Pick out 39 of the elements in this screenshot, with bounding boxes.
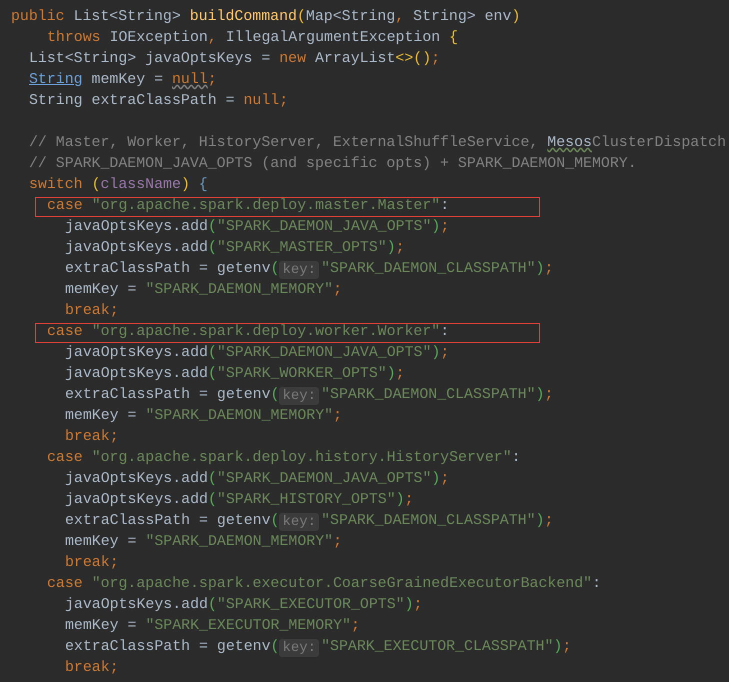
code-text: "SPARK_DAEMON_CLASSPATH"); [321, 386, 554, 405]
code-text: "SPARK_DAEMON_CLASSPATH"); [321, 260, 554, 279]
parameter-hint: key: [279, 260, 320, 278]
parameter-hint: key: [279, 386, 320, 404]
code-text: break; [65, 428, 119, 447]
code-text: // Master, Worker, HistoryServer, ExternalShuffleService, MesosClusterDispatch [29, 134, 726, 153]
code-text: javaOptsKeys.add("SPARK_HISTORY_OPTS"); [65, 491, 414, 510]
code-text: public List<String> buildCommand(Map<String, String> env) [11, 8, 520, 27]
code-text: javaOptsKeys.add("SPARK_DAEMON_JAVA_OPTS"); [65, 470, 450, 489]
code-text: case "org.apache.spark.deploy.master.Master": [47, 197, 450, 216]
code-text: switch (className) { [29, 176, 208, 195]
code-text: extraClassPath = getenv( [65, 260, 280, 279]
code-text: memKey = "SPARK_EXECUTOR_MEMORY"; [65, 617, 360, 636]
code-text: "SPARK_DAEMON_CLASSPATH"); [321, 512, 554, 531]
code-text: memKey = "SPARK_DAEMON_MEMORY"; [65, 407, 342, 426]
code-text: String memKey = null; [29, 71, 217, 90]
code-text: case "org.apache.spark.executor.CoarseGrainedExecutorBackend": [47, 575, 602, 594]
parameter-hint: key: [279, 512, 320, 530]
code-text: javaOptsKeys.add("SPARK_EXECUTOR_OPTS"); [65, 596, 422, 615]
code-text: "SPARK_EXECUTOR_CLASSPATH"); [321, 638, 572, 657]
code-text: List<String> javaOptsKeys = new ArrayList<>(); [29, 50, 440, 69]
code-text: memKey = "SPARK_DAEMON_MEMORY"; [65, 281, 342, 300]
code-text: break; [65, 554, 119, 573]
code-text: extraClassPath = getenv( [65, 386, 280, 405]
code-text: break; [65, 659, 119, 678]
code-text: throws IOException, IllegalArgumentException { [47, 29, 458, 48]
code-text: javaOptsKeys.add("SPARK_MASTER_OPTS"); [65, 239, 405, 258]
code-text: case "org.apache.spark.deploy.history.HistoryServer": [47, 449, 521, 468]
code-text: javaOptsKeys.add("SPARK_WORKER_OPTS"); [65, 365, 405, 384]
code-text: break; [65, 302, 119, 321]
code-text: case "org.apache.spark.deploy.worker.Worker": [47, 323, 450, 342]
code-text: // SPARK_DAEMON_JAVA_OPTS (and specific opts) + SPARK_DAEMON_MEMORY. [29, 155, 637, 174]
code-text: extraClassPath = getenv( [65, 638, 280, 657]
code-text: javaOptsKeys.add("SPARK_DAEMON_JAVA_OPTS"); [65, 344, 450, 363]
code-text: memKey = "SPARK_DAEMON_MEMORY"; [65, 533, 342, 552]
code-text: extraClassPath = getenv( [65, 512, 280, 531]
code-text: javaOptsKeys.add("SPARK_DAEMON_JAVA_OPTS"); [65, 218, 450, 237]
parameter-hint: key: [279, 638, 320, 656]
code-text: String extraClassPath = null; [29, 92, 288, 111]
